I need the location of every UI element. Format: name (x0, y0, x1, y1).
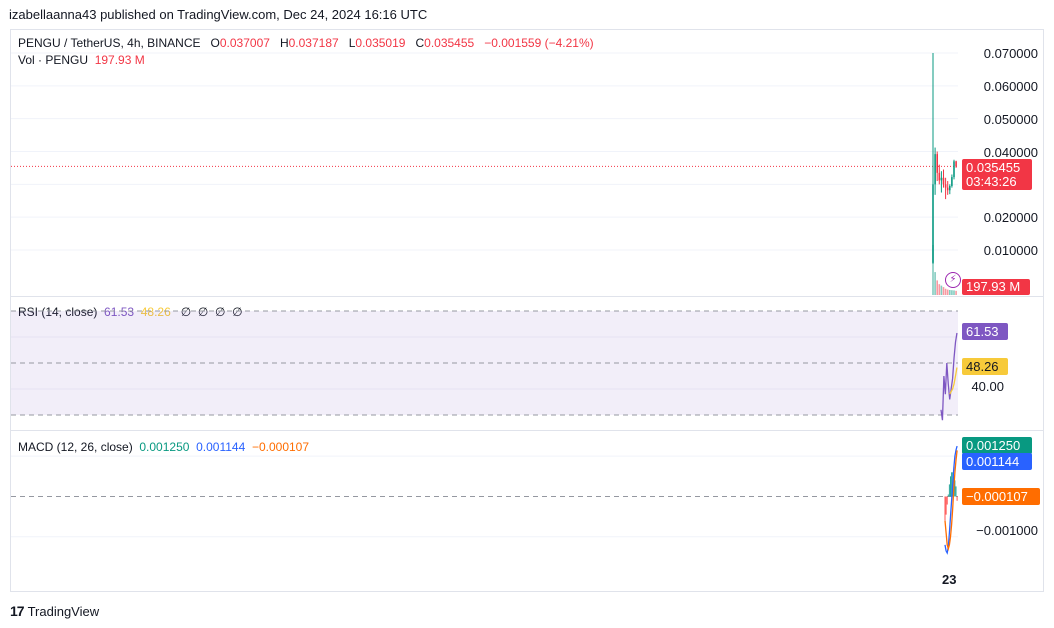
na-glyph: ∅ (180, 305, 192, 319)
brand-name: TradingView (27, 603, 100, 619)
volume-legend[interactable]: Vol · PENGU 197.93 M (18, 53, 145, 67)
macd-label: MACD (12, 26, close) (18, 440, 133, 454)
lightning-icon[interactable]: ⚡ (945, 272, 961, 288)
high-label: H (279, 36, 289, 50)
time-axis-label: 23 (942, 572, 957, 587)
price-tick: 0.060000 (983, 79, 1038, 94)
price-tick: 0.020000 (983, 210, 1038, 225)
volume-value: 197.93 M (94, 53, 145, 67)
rsi-tick: 40.00 (971, 379, 1004, 394)
last-price-value: 0.035455 (966, 160, 1021, 175)
open-value: 0.037007 (219, 36, 270, 50)
open-label: O (210, 36, 220, 50)
macd-tick: −0.001000 (976, 523, 1038, 538)
hist-value: −0.000107 (251, 440, 310, 454)
symbol-label[interactable]: PENGU / TetherUS, 4h, BINANCE (18, 36, 201, 50)
low-value: 0.035019 (355, 36, 406, 50)
rsi-ma-value: 48.26 (140, 305, 171, 319)
price-tick: 0.010000 (983, 243, 1038, 258)
last-price-badge: 0.035455 03:43:26 (962, 159, 1032, 190)
rsi-ma-badge: 48.26 (962, 358, 1008, 375)
pane-separator[interactable] (10, 430, 1044, 431)
volume-label: Vol · PENGU (18, 53, 89, 67)
tradingview-logo-icon: 17 (10, 603, 25, 619)
main-legend: PENGU / TetherUS, 4h, BINANCE O0.037007 … (18, 36, 594, 50)
na-glyph: ∅ (215, 305, 226, 319)
pane-separator[interactable] (10, 296, 1044, 297)
na-glyph: ∅ (197, 305, 209, 319)
countdown-value: 03:43:26 (966, 174, 1017, 189)
signal-value: 0.001144 (196, 440, 246, 454)
high-value: 0.037187 (288, 36, 339, 50)
volume-badge: 197.93 M (962, 279, 1030, 295)
rsi-badge: 61.53 (962, 323, 1008, 340)
macd-value: 0.001250 (139, 440, 190, 454)
macd-legend[interactable]: MACD (12, 26, close) 0.001250 0.001144 −… (18, 440, 309, 454)
na-glyph: ∅ (232, 305, 243, 319)
price-tick: 0.070000 (983, 46, 1038, 61)
price-tick: 0.050000 (983, 112, 1038, 127)
macd-badge: 0.001250 (962, 437, 1032, 454)
price-tick: 0.040000 (983, 145, 1038, 160)
rsi-value: 61.53 (104, 305, 135, 319)
publisher-line: izabellaanna43 published on TradingView.… (9, 7, 428, 22)
close-value: 0.035455 (424, 36, 475, 50)
change-value: −0.001559 (−4.21%) (484, 36, 594, 50)
signal-badge: 0.001144 (962, 453, 1032, 470)
rsi-legend[interactable]: RSI (14, close) 61.53 48.26 ∅ ∅ ∅ ∅ (18, 305, 243, 319)
rsi-label: RSI (14, close) (18, 305, 98, 319)
hist-badge: −0.000107 (962, 488, 1040, 505)
close-label: C (415, 36, 425, 50)
tradingview-brand[interactable]: 17 TradingView (10, 603, 99, 619)
